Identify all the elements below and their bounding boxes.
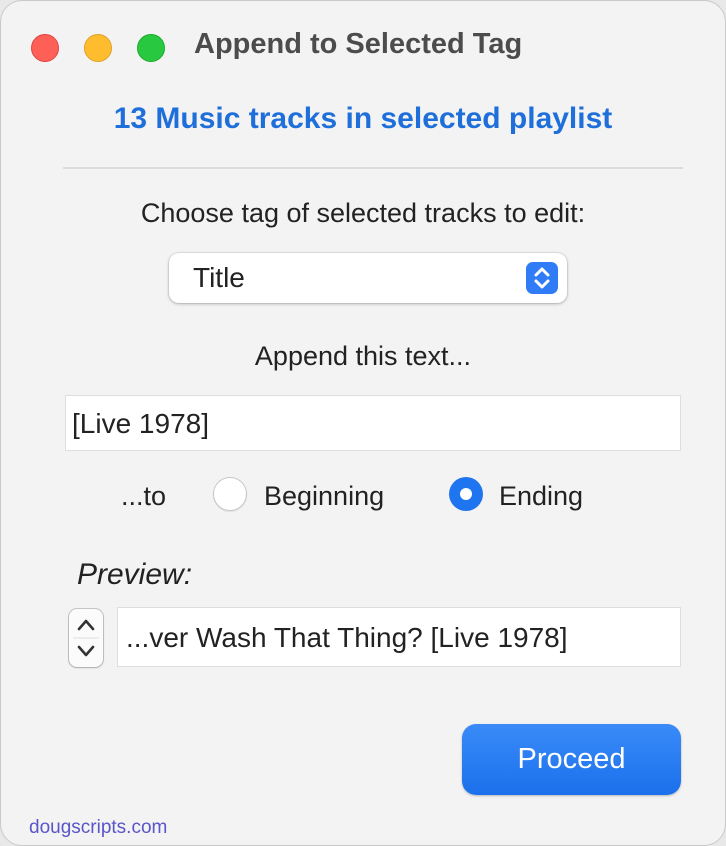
divider [63, 167, 683, 169]
ending-radio-label[interactable]: Ending [499, 481, 583, 512]
tag-popup-button[interactable]: Title [169, 253, 567, 303]
position-radio-group: ...to Beginning Ending [1, 471, 725, 519]
beginning-radio[interactable] [213, 477, 247, 511]
beginning-radio-label[interactable]: Beginning [264, 481, 384, 512]
zoom-button[interactable] [137, 34, 165, 62]
dougscripts-link[interactable]: dougscripts.com [29, 817, 167, 839]
title-bar: Append to Selected Tag [1, 1, 725, 93]
tag-popup-value: Title [193, 262, 245, 293]
preview-field: ...ver Wash That Thing? [Live 1978] [117, 607, 681, 667]
to-label: ...to [121, 481, 167, 511]
preview-value: ...ver Wash That Thing? [Live 1978] [126, 622, 568, 653]
proceed-button[interactable]: Proceed [462, 724, 681, 795]
append-text-field[interactable]: [Live 1978] [65, 395, 681, 451]
dialog-window: Append to Selected Tag 13 Music tracks i… [0, 0, 726, 846]
chevron-up-down-icon [526, 262, 558, 294]
track-count-text: 13 Music tracks in selected playlist [113, 102, 613, 135]
append-text-label: Append this text... [254, 341, 472, 371]
append-text-value: [Live 1978] [72, 408, 209, 439]
window-title: Append to Selected Tag [194, 28, 523, 60]
ending-radio[interactable] [449, 477, 483, 511]
preview-label: Preview: [77, 558, 193, 591]
stepper-arrows-icon [73, 619, 99, 657]
choose-tag-label: Choose tag of selected tracks to edit: [140, 198, 586, 228]
close-button[interactable] [31, 34, 59, 62]
preview-stepper[interactable] [69, 609, 103, 667]
minimize-button[interactable] [84, 34, 112, 62]
